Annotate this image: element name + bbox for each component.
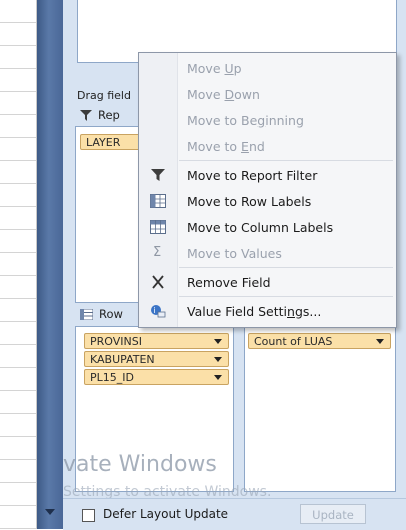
report-filter-header: Rep (80, 108, 120, 122)
chevron-down-icon[interactable] (376, 339, 384, 344)
chevron-down-icon[interactable] (214, 339, 222, 344)
activate-windows-watermark: vate Windows (63, 452, 217, 477)
menu-separator (179, 160, 393, 161)
menu-item-move-to-column-labels[interactable]: Move to Column Labels (139, 214, 396, 240)
row-field-kabupaten[interactable]: KABUPATEN (84, 351, 229, 367)
row-field-provinsi[interactable]: PROVINSI (84, 333, 229, 349)
values-field-label: Count of LUAS (254, 335, 333, 348)
row-labels-label: Row (99, 307, 123, 321)
scroll-down-arrow-icon[interactable] (45, 509, 55, 515)
report-filter-label: Rep (98, 108, 120, 122)
row-field-label: PROVINSI (90, 335, 142, 348)
report-filter-field-label: LAYER (86, 136, 121, 149)
chevron-down-icon[interactable] (214, 375, 222, 380)
row-labels-header: Row (80, 307, 123, 321)
menu-item-label: Value Field Settings... (187, 304, 322, 319)
report-filter-field-layer[interactable]: LAYER (80, 134, 140, 150)
defer-layout-label: Defer Layout Update (103, 507, 229, 521)
menu-item-label: Move to Values (187, 246, 282, 261)
menu-item-label: Move to Beginning (187, 113, 304, 128)
menu-item-remove-field[interactable]: Remove Field (139, 269, 396, 295)
row-field-pl15-id[interactable]: PL15_ID (84, 369, 229, 385)
update-button[interactable]: Update (300, 504, 366, 524)
field-context-menu: Move Up Move Down Move to Beginning Move… (138, 52, 397, 328)
values-area[interactable] (244, 326, 396, 492)
menu-item-move-to-beginning[interactable]: Move to Beginning (139, 107, 396, 133)
sigma-icon: Σ (153, 245, 162, 260)
menu-item-label: Move to Report Filter (187, 168, 318, 183)
menu-item-label: Move to End (187, 139, 265, 154)
column-labels-icon (150, 220, 166, 234)
report-filter-area[interactable] (75, 126, 143, 303)
row-field-label: KABUPATEN (90, 353, 155, 366)
vertical-scrollbar[interactable] (37, 0, 63, 529)
menu-item-move-to-values[interactable]: Σ Move to Values (139, 240, 396, 266)
menu-item-label: Move to Row Labels (187, 194, 312, 209)
row-labels-icon (80, 308, 93, 320)
menu-item-label: Move Down (187, 87, 260, 102)
menu-item-label: Remove Field (187, 275, 271, 290)
svg-text:i: i (154, 306, 156, 315)
menu-item-move-to-end[interactable]: Move to End (139, 133, 396, 159)
worksheet-grid (0, 0, 37, 529)
drag-fields-label: Drag field (77, 89, 131, 102)
filter-icon (80, 109, 92, 121)
menu-separator (179, 296, 393, 297)
filter-icon (151, 169, 165, 181)
row-labels-icon (150, 194, 166, 208)
menu-item-move-to-row-labels[interactable]: Move to Row Labels (139, 188, 396, 214)
menu-item-value-field-settings[interactable]: i Value Field Settings... (139, 298, 396, 324)
menu-separator (179, 267, 393, 268)
row-field-label: PL15_ID (90, 371, 134, 384)
menu-item-label: Move Up (187, 61, 242, 76)
menu-item-move-to-report-filter[interactable]: Move to Report Filter (139, 162, 396, 188)
defer-layout-checkbox[interactable] (82, 509, 95, 522)
chevron-down-icon[interactable] (214, 357, 222, 362)
values-field-count-of-luas[interactable]: Count of LUAS (248, 333, 391, 349)
menu-item-move-down[interactable]: Move Down (139, 81, 396, 107)
menu-item-label: Move to Column Labels (187, 220, 334, 235)
remove-x-icon (152, 275, 164, 289)
field-settings-icon: i (151, 305, 166, 318)
menu-item-move-up[interactable]: Move Up (139, 55, 396, 81)
